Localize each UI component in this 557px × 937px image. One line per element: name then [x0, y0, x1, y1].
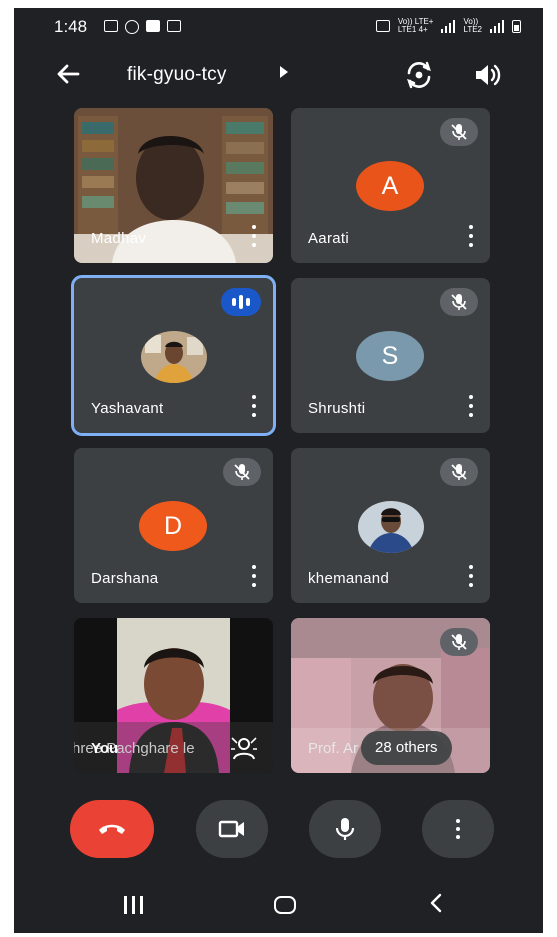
participant-avatar	[358, 501, 424, 553]
status-bar: 1:48 Vo)) LTE+ LTE1 4+ Vo)) LTE2	[14, 8, 543, 48]
more-options-button[interactable]	[422, 800, 494, 858]
self-label: You	[91, 740, 119, 757]
mic-off-icon	[223, 458, 261, 486]
more-options-icon[interactable]	[464, 225, 478, 247]
others-tile[interactable]: Prof. Ar 28 others	[291, 618, 490, 773]
switch-camera-button[interactable]	[402, 58, 436, 92]
phone-screen: 1:48 Vo)) LTE+ LTE1 4+ Vo)) LTE2 fik-gyu…	[14, 8, 543, 933]
participant-tile-shrushti[interactable]: S Shrushti	[291, 278, 490, 433]
recents-button[interactable]	[124, 896, 143, 914]
more-options-icon[interactable]	[247, 565, 261, 587]
status-time: 1:48	[54, 17, 88, 36]
speaking-indicator-icon	[221, 288, 261, 316]
back-arrow-icon	[57, 64, 80, 84]
more-options-icon[interactable]	[247, 225, 261, 247]
sim1-signal-icon	[441, 19, 456, 33]
participant-avatar	[141, 331, 207, 383]
participant-name: Aarati	[308, 230, 349, 247]
meeting-header: fik-gyuo-tcy	[14, 54, 543, 94]
gallery-icon	[167, 20, 181, 32]
participant-tile-khemanand[interactable]: khemanand	[291, 448, 490, 603]
participant-tile-yashavant[interactable]: Yashavant	[71, 275, 276, 436]
mic-off-icon	[440, 628, 478, 656]
background-effects-icon	[231, 737, 257, 760]
cast-icon	[104, 20, 118, 32]
audio-output-button[interactable]	[471, 59, 505, 91]
self-view-tile[interactable]: Shree Pachghare le You	[74, 618, 273, 773]
effects-button[interactable]	[229, 735, 259, 761]
camera-flip-icon	[407, 61, 431, 89]
alarm-icon	[375, 20, 390, 32]
others-count-chip[interactable]: 28 others	[361, 731, 452, 765]
system-navigation-bar	[14, 878, 543, 933]
participant-name-partial: Prof. Ar	[308, 740, 359, 757]
participant-tile-aarati[interactable]: A Aarati	[291, 108, 490, 263]
speaker-icon	[476, 64, 501, 86]
participant-tile-madhav[interactable]: Madhav	[74, 108, 273, 263]
camera-toggle-button[interactable]	[196, 800, 268, 858]
battery-icon	[512, 19, 521, 33]
end-call-icon	[99, 824, 125, 834]
participant-name: Madhav	[91, 230, 147, 247]
camera-icon	[218, 820, 244, 838]
mic-off-icon	[440, 118, 478, 146]
microphone-toggle-button[interactable]	[309, 800, 381, 858]
microphone-icon	[335, 818, 355, 840]
mic-off-icon	[440, 458, 478, 486]
meeting-code[interactable]: fik-gyuo-tcy	[127, 64, 227, 86]
more-options-icon	[456, 819, 460, 839]
participant-avatar: A	[356, 161, 424, 211]
app-notification-icon	[146, 20, 160, 32]
back-button[interactable]	[52, 58, 84, 90]
data-saver-icon	[125, 20, 139, 34]
sim2-signal-icon	[490, 19, 504, 33]
participant-name: khemanand	[308, 570, 390, 587]
participant-name: Darshana	[91, 570, 159, 587]
sim2-network: Vo)) LTE2	[463, 18, 482, 34]
chevron-right-icon[interactable]	[278, 64, 290, 83]
participant-name: Shrushti	[308, 400, 366, 417]
participant-name: Yashavant	[91, 400, 164, 417]
more-options-icon[interactable]	[464, 395, 478, 417]
sim2-sublabel: LTE2	[463, 25, 482, 34]
notification-icons	[104, 20, 181, 34]
system-status-icons: Vo)) LTE+ LTE1 4+ Vo)) LTE2	[375, 18, 521, 34]
participant-avatar: S	[356, 331, 424, 381]
back-chevron-icon	[430, 893, 442, 913]
participant-tile-darshana[interactable]: D Darshana	[74, 448, 273, 603]
end-call-button[interactable]	[70, 800, 154, 858]
mic-off-icon	[440, 288, 478, 316]
home-button[interactable]	[274, 896, 296, 914]
sim1-network: Vo)) LTE+ LTE1 4+	[398, 18, 434, 34]
sim1-sublabel: LTE1 4+	[397, 25, 428, 34]
participant-avatar: D	[139, 501, 207, 551]
more-options-icon[interactable]	[247, 395, 261, 417]
more-options-icon[interactable]	[464, 565, 478, 587]
system-back-button[interactable]	[428, 892, 444, 921]
